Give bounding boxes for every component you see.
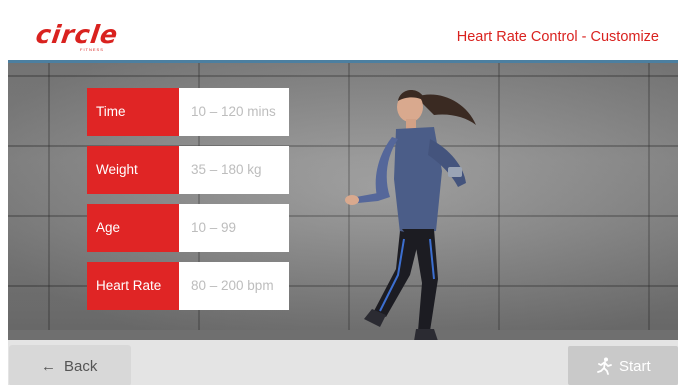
logo-subtext: FITNESS bbox=[80, 47, 104, 52]
start-button[interactable]: Start bbox=[568, 346, 678, 385]
arrow-left-icon: ← bbox=[41, 358, 56, 375]
param-value-heart-rate[interactable]: 80 – 200 bpm bbox=[179, 262, 289, 310]
app-window: circle FITNESS Heart Rate Control - Cust… bbox=[0, 0, 678, 385]
start-button-label: Start bbox=[619, 358, 651, 375]
param-row-time: Time 10 – 120 mins bbox=[87, 88, 289, 136]
param-row-weight: Weight 35 – 180 kg bbox=[87, 146, 289, 194]
param-row-heart-rate: Heart Rate 80 – 200 bpm bbox=[87, 262, 289, 310]
param-value-time[interactable]: 10 – 120 mins bbox=[179, 88, 289, 136]
runner-illustration bbox=[345, 90, 476, 340]
param-label-age: Age bbox=[87, 204, 179, 252]
back-button-label: Back bbox=[64, 358, 98, 375]
param-value-age[interactable]: 10 – 99 bbox=[179, 204, 289, 252]
param-row-age: Age 10 – 99 bbox=[87, 204, 289, 252]
page-title: Heart Rate Control - Customize bbox=[456, 29, 659, 45]
header-bar: circle FITNESS Heart Rate Control - Cust… bbox=[8, 8, 678, 60]
brand-logo: circle FITNESS bbox=[34, 20, 146, 56]
runner-icon bbox=[597, 357, 612, 375]
param-label-heart-rate: Heart Rate bbox=[87, 262, 179, 310]
param-value-weight[interactable]: 35 – 180 kg bbox=[179, 146, 289, 194]
back-button[interactable]: ← Back bbox=[10, 346, 130, 385]
param-label-time: Time bbox=[87, 88, 179, 136]
logo-wordmark: circle bbox=[34, 20, 121, 49]
param-label-weight: Weight bbox=[87, 146, 179, 194]
